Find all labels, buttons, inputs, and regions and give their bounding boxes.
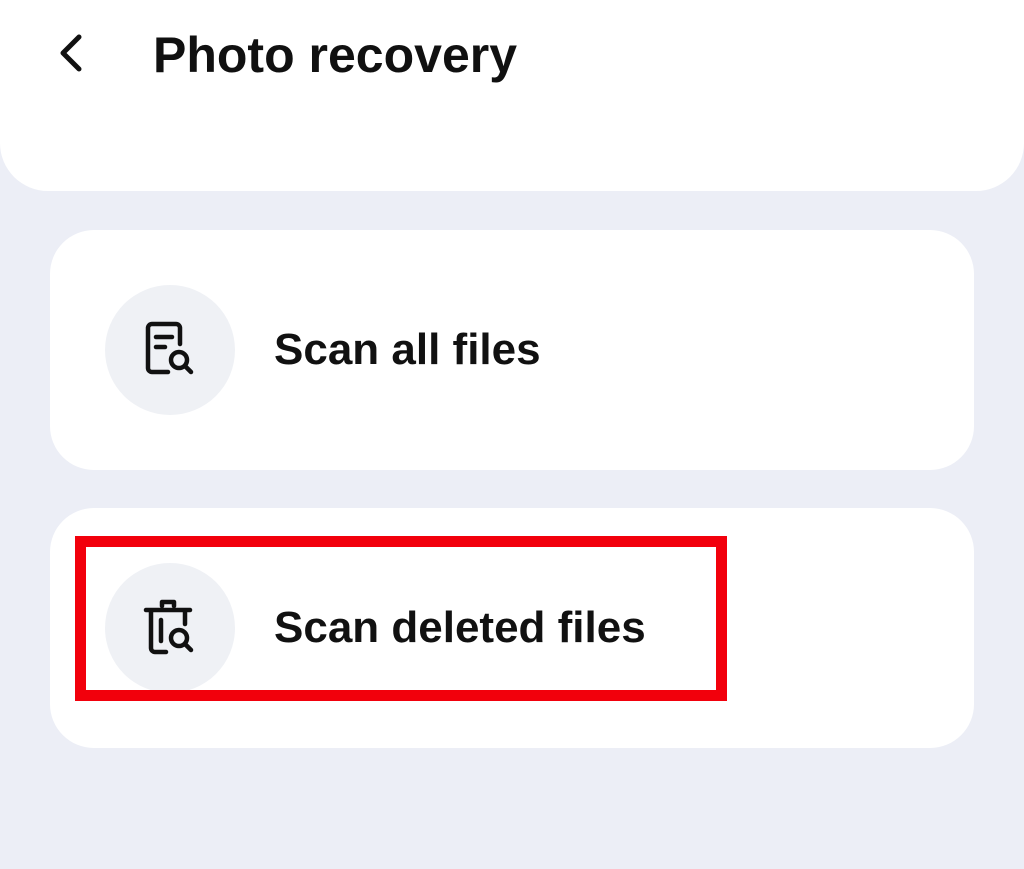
trash-search-icon	[143, 599, 194, 655]
file-search-icon	[145, 321, 194, 375]
scan-deleted-files-icon-circle	[105, 563, 235, 693]
scan-deleted-files-label: Scan deleted files	[274, 603, 646, 652]
scan-all-files-icon-circle	[105, 285, 235, 415]
scan-all-files-option[interactable]: Scan all files	[50, 230, 974, 470]
scan-deleted-files-option[interactable]: Scan deleted files	[50, 508, 974, 748]
app-header: Photo recovery	[0, 0, 1024, 191]
chevron-left-icon	[60, 34, 82, 72]
scan-all-files-label: Scan all files	[274, 325, 541, 374]
back-button[interactable]	[40, 22, 102, 84]
page-title: Photo recovery	[153, 27, 518, 83]
